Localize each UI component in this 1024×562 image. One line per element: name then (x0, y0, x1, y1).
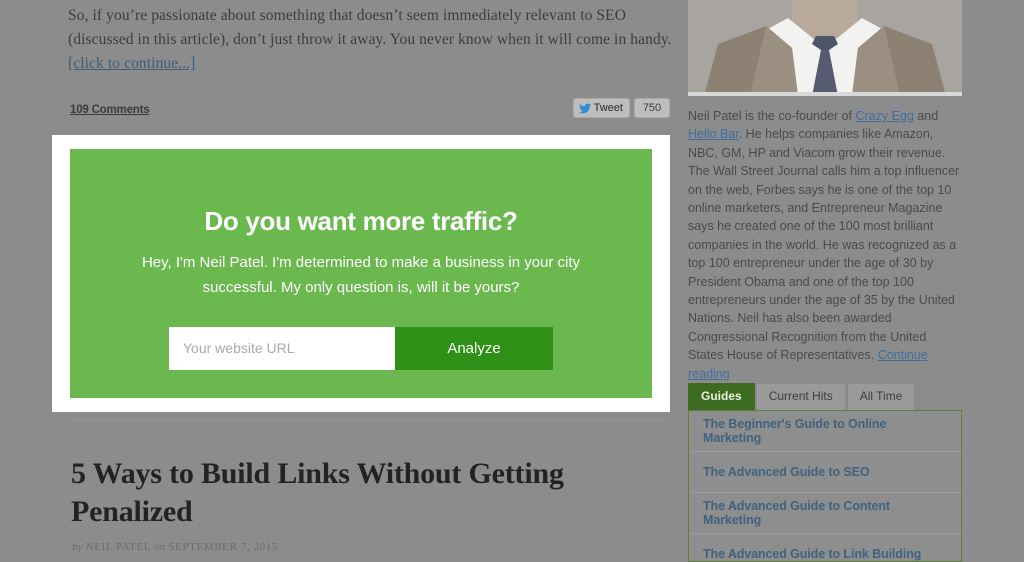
bio-text-part-2: and (913, 109, 939, 123)
click-to-continue-link[interactable]: [click to continue...] (68, 55, 195, 72)
cta-subline-2: successful. My only question is, will it… (202, 278, 520, 296)
author-photo (688, 0, 962, 96)
headshot-illustration (688, 0, 962, 96)
website-url-input[interactable] (169, 326, 395, 370)
cta-green-panel: Do you want more traffic? Hey, I'm Neil … (70, 149, 652, 398)
tab-current-hits[interactable]: Current Hits (755, 383, 846, 410)
separator-below-cta (70, 420, 670, 421)
twitter-bird-icon (578, 103, 591, 113)
byline-by-word: by (72, 541, 83, 553)
crazy-egg-link[interactable]: Crazy Egg (855, 109, 913, 123)
bio-text-part-1: Neil Patel is the co-founder of (688, 109, 856, 123)
guide-link: The Beginner's Guide to Online Marketing (703, 417, 887, 445)
cta-form: Analyze (70, 326, 652, 370)
byline-date: SEPTEMBER 7, 2015 (168, 541, 278, 553)
article-excerpt: So, if you’re passionate about something… (68, 0, 672, 76)
list-item[interactable]: The Beginner's Guide to Online Marketing (689, 411, 961, 452)
tweet-button[interactable]: Tweet (572, 98, 630, 118)
byline-author: NEIL PATEL (85, 541, 151, 553)
byline-on-word: on (154, 541, 166, 553)
tweet-count-badge[interactable]: 750 (634, 98, 670, 118)
analyze-button[interactable]: Analyze (395, 326, 553, 370)
hello-bar-link[interactable]: Hello Bar (688, 127, 739, 141)
sidebar: Neil Patel is the co-founder of Crazy Eg… (688, 0, 962, 562)
guide-link: The Advanced Guide to SEO (703, 465, 870, 479)
bio-text-part-3: . He helps companies like Amazon, NBC, G… (688, 127, 960, 363)
tab-guides[interactable]: Guides (688, 383, 755, 410)
guide-link: The Advanced Guide to Content Marketing (703, 499, 890, 527)
author-bio: Neil Patel is the co-founder of Crazy Eg… (688, 107, 962, 383)
cta-subheadline: Hey, I'm Neil Patel. I'm determined to m… (137, 250, 585, 300)
post-byline: by NEIL PATEL on SEPTEMBER 7, 2015 (72, 541, 672, 553)
list-item[interactable]: The Advanced Guide to Link Building (689, 534, 961, 561)
post-meta-row: 109 Comments Tweet 750 (68, 98, 672, 124)
excerpt-line-2: (discussed in this article), don’t just … (68, 31, 672, 48)
guides-list-panel: The Beginner's Guide to Online Marketing… (688, 410, 962, 562)
tweet-widget: Tweet 750 (572, 98, 670, 118)
cta-subline-1: Hey, I'm Neil Patel. I'm determined to m… (141, 253, 581, 271)
list-item[interactable]: The Advanced Guide to SEO (689, 452, 961, 493)
guide-link: The Advanced Guide to Link Building (703, 547, 922, 561)
tweet-button-label: Tweet (593, 102, 623, 114)
tab-all-time[interactable]: All Time (846, 383, 916, 410)
next-post-header: 5 Ways to Build Links Without Getting Pe… (68, 420, 672, 553)
cta-modal-card: Do you want more traffic? Hey, I'm Neil … (52, 135, 670, 412)
comments-link[interactable]: 109 Comments (70, 104, 150, 116)
page-overlay: So, if you’re passionate about something… (0, 0, 1024, 562)
cta-headline: Do you want more traffic? (204, 206, 518, 236)
sidebar-tabs: Guides Current Hits All Time (688, 383, 962, 410)
list-item[interactable]: The Advanced Guide to Content Marketing (689, 493, 961, 534)
page-title: 5 Ways to Build Links Without Getting Pe… (71, 457, 564, 528)
excerpt-line-1: So, if you’re passionate about something… (68, 7, 627, 24)
